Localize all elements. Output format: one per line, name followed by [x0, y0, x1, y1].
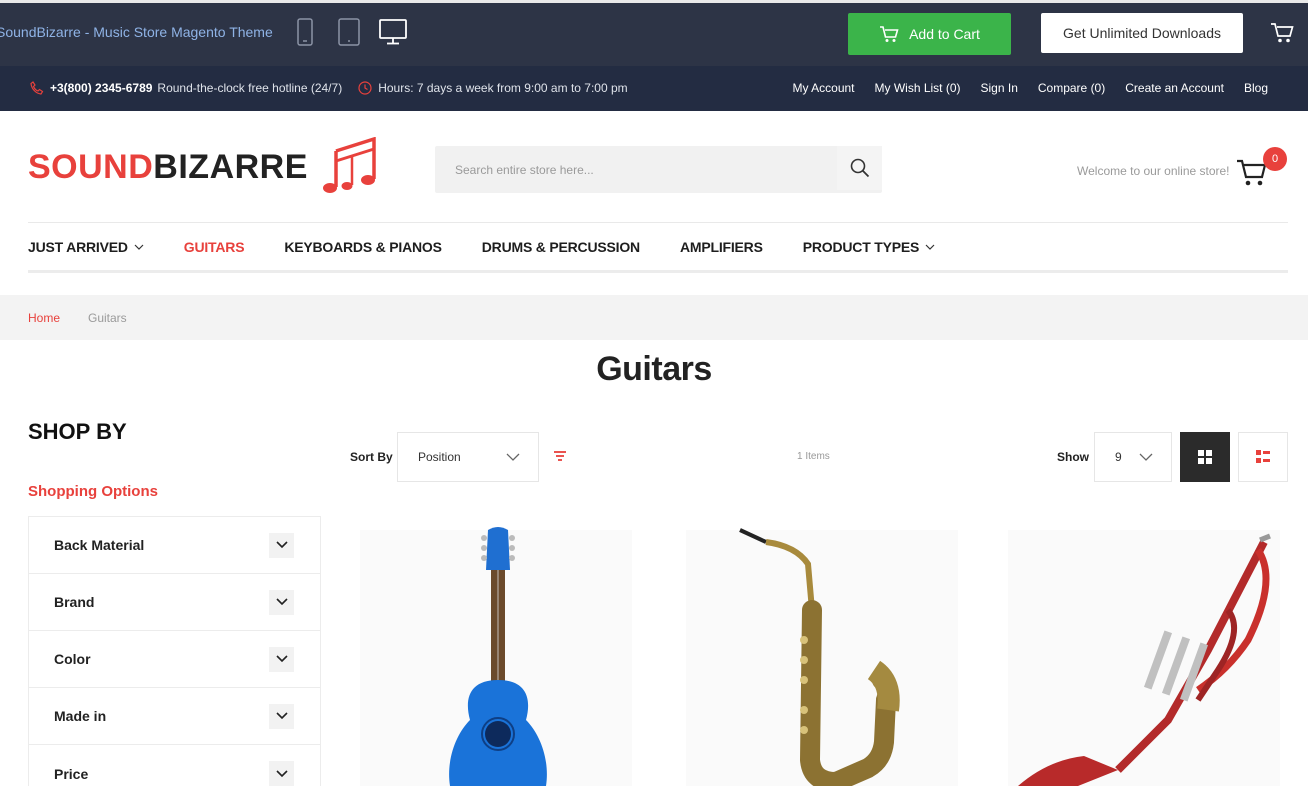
- nav-item-amplifiers[interactable]: AMPLIFIERS: [680, 239, 763, 255]
- breadcrumb-home[interactable]: Home: [28, 311, 60, 325]
- product-item-trumpet[interactable]: [1008, 520, 1280, 786]
- unlimited-downloads-button[interactable]: Get Unlimited Downloads: [1041, 13, 1243, 53]
- nav-item-product-types[interactable]: PRODUCT TYPES: [803, 239, 935, 255]
- filter-label: Made in: [54, 708, 107, 724]
- search-input[interactable]: [435, 146, 835, 193]
- filter-expand-toggle[interactable]: [269, 532, 294, 558]
- music-notes-icon: [322, 137, 376, 193]
- nav-item-label: DRUMS & PERCUSSION: [481, 238, 640, 255]
- breadcrumb-current: Guitars: [88, 311, 127, 325]
- wishlist-link[interactable]: My Wish List (0): [875, 81, 961, 95]
- shop-by-heading: SHOP BY: [28, 419, 127, 444]
- nav-item-label: AMPLIFIERS: [679, 238, 763, 255]
- phone-number[interactable]: +3(800) 2345-6789: [50, 81, 152, 95]
- nav-item-label: KEYBOARDS & PIANOS: [284, 238, 442, 255]
- compare-link[interactable]: Compare (0): [1038, 81, 1105, 95]
- phone-icon: [30, 81, 44, 95]
- nav-item-just-arrived[interactable]: JUST ARRIVED: [28, 239, 144, 255]
- saxophone-image: [739, 528, 900, 786]
- hours-text: Hours: 7 days a week from 9:00 am to 7:0…: [378, 81, 628, 95]
- cart-icon: [880, 26, 899, 42]
- filter-label: Back Material: [54, 537, 145, 553]
- limiter-value: 9: [1115, 450, 1122, 464]
- my-account-link[interactable]: My Account: [792, 81, 854, 95]
- list-view-button[interactable]: [1238, 432, 1288, 482]
- items-count: 1 Items: [797, 451, 830, 462]
- filter-expand-toggle[interactable]: [269, 703, 294, 729]
- cart-icon[interactable]: [1270, 22, 1294, 44]
- tablet-icon[interactable]: [338, 18, 360, 46]
- hotline-text: Round-the-clock free hotline (24/7): [157, 81, 343, 95]
- mobile-icon[interactable]: [297, 18, 313, 46]
- product-item-saxophone[interactable]: [686, 520, 958, 786]
- sign-in-link[interactable]: Sign In: [981, 81, 1018, 95]
- nav-item-keyboards-pianos[interactable]: KEYBOARDS & PIANOS: [284, 238, 442, 255]
- nav-item-label: JUST ARRIVED: [28, 238, 128, 255]
- add-to-cart-button[interactable]: Add to Cart: [848, 13, 1011, 55]
- filter-expand-toggle[interactable]: [269, 646, 294, 672]
- nav-item-label: GUITARS: [183, 238, 245, 255]
- filter-brand[interactable]: Brand: [29, 574, 320, 631]
- site-logo[interactable]: SOUND BIZARRE: [28, 137, 384, 197]
- search-icon: [850, 158, 869, 178]
- sort-direction-icon[interactable]: [553, 450, 567, 462]
- add-to-cart-label: Add to Cart: [909, 26, 980, 42]
- nav-item-drums-percussion[interactable]: DRUMS & PERCUSSION: [482, 239, 640, 255]
- logo-text-bizarre: BIZARRE: [153, 147, 308, 186]
- filter-made-in[interactable]: Made in: [29, 688, 320, 745]
- chevron-down-icon: [275, 769, 288, 777]
- filter-label: Price: [54, 765, 89, 782]
- search-box: [435, 146, 882, 193]
- cart-count-badge: 0: [1263, 147, 1287, 171]
- chevron-down-icon: [275, 541, 288, 549]
- list-icon: [1256, 450, 1270, 463]
- filter-expand-toggle[interactable]: [269, 589, 294, 615]
- filter-price[interactable]: Price: [29, 745, 320, 786]
- acoustic-guitar-image: [449, 527, 547, 786]
- show-label: Show: [1057, 450, 1089, 464]
- sort-by-value: Position: [418, 450, 461, 464]
- grid-icon: [1198, 450, 1212, 464]
- filter-list: Back Material Brand Color Made in Price: [28, 516, 321, 786]
- demo-title[interactable]: SoundBizarre - Music Store Magento Theme: [0, 24, 273, 40]
- shopping-options-heading: Shopping Options: [28, 483, 158, 500]
- chevron-down-icon: [275, 712, 288, 720]
- filter-back-material[interactable]: Back Material: [29, 517, 320, 574]
- chevron-down-icon: [275, 655, 288, 663]
- chevron-down-icon: [275, 598, 288, 606]
- main-navigation: JUST ARRIVED GUITARS KEYBOARDS & PIANOS …: [28, 222, 1288, 273]
- chevron-down-icon: [1139, 453, 1153, 461]
- chevron-down-icon: [134, 244, 144, 250]
- blog-link[interactable]: Blog: [1244, 81, 1268, 95]
- clock-icon: [358, 81, 372, 95]
- breadcrumb: Home Guitars: [0, 295, 1308, 340]
- product-item-guitar[interactable]: [360, 520, 632, 786]
- welcome-message: Welcome to our online store!: [1077, 164, 1230, 178]
- limiter-select[interactable]: 9: [1094, 432, 1172, 482]
- page-title: Guitars: [596, 350, 712, 388]
- filter-expand-toggle[interactable]: [269, 761, 294, 786]
- filter-label: Color: [54, 651, 91, 667]
- desktop-icon[interactable]: [379, 18, 407, 46]
- trumpet-image: [1018, 533, 1271, 786]
- chevron-down-icon: [506, 453, 520, 461]
- sort-by-label: Sort By: [350, 450, 393, 464]
- nav-item-label: PRODUCT TYPES: [802, 238, 920, 255]
- logo-text-sound: SOUND: [28, 147, 154, 186]
- search-button[interactable]: [837, 146, 882, 190]
- chevron-down-icon: [925, 244, 935, 250]
- create-account-link[interactable]: Create an Account: [1125, 81, 1224, 95]
- filter-label: Brand: [54, 594, 95, 610]
- filter-color[interactable]: Color: [29, 631, 320, 688]
- demo-top-bar: SoundBizarre - Music Store Magento Theme…: [0, 0, 1308, 66]
- grid-view-button[interactable]: [1180, 432, 1230, 482]
- sort-by-select[interactable]: Position: [397, 432, 539, 482]
- info-bar: +3(800) 2345-6789 Round-the-clock free h…: [0, 66, 1308, 111]
- nav-item-guitars[interactable]: GUITARS: [184, 239, 245, 255]
